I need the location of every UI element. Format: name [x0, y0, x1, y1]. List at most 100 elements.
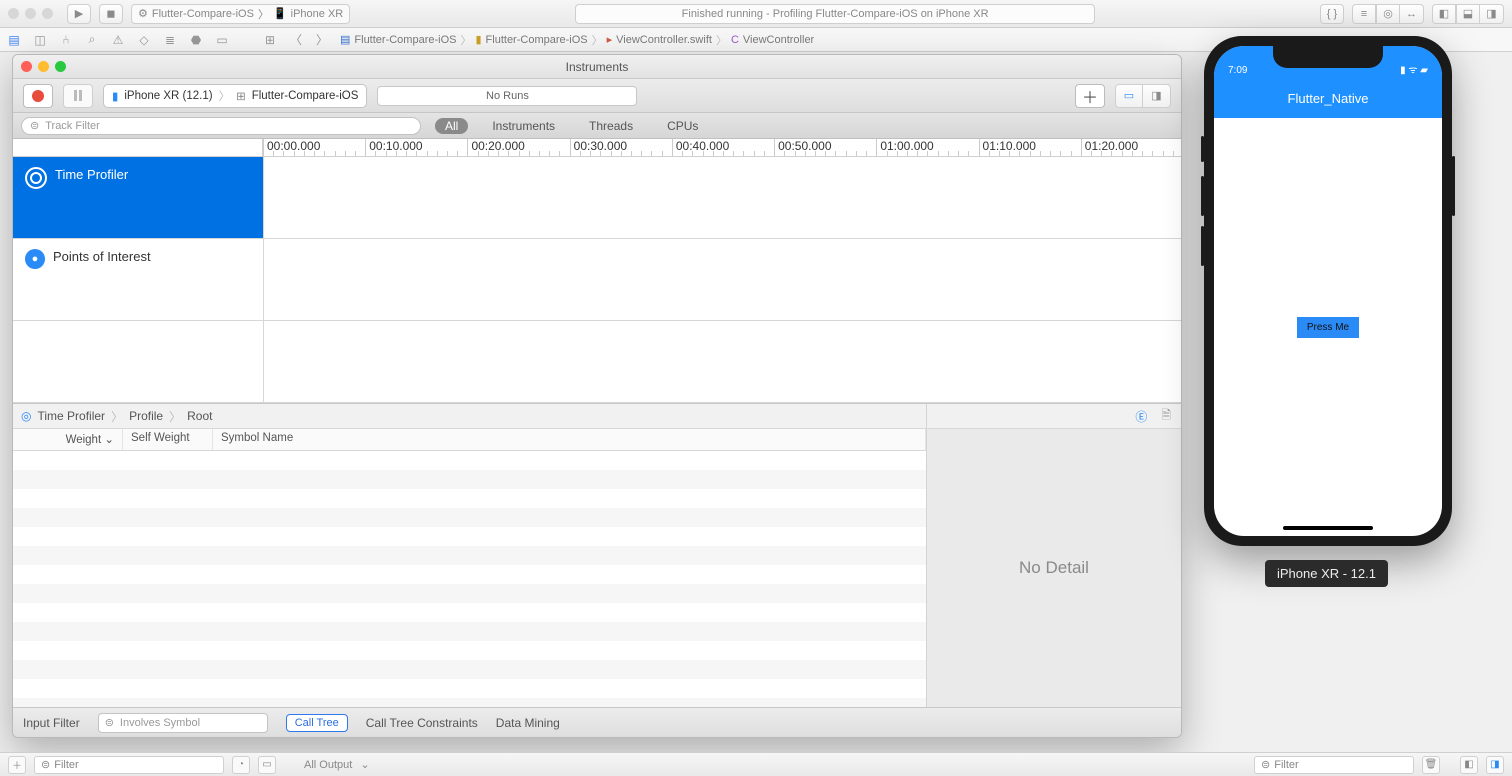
standard-editor-icon[interactable]: ≡ — [1352, 4, 1376, 24]
extended-detail-icon[interactable]: Ⓔ — [1135, 408, 1147, 425]
report-nav-icon[interactable]: ▭ — [214, 32, 230, 48]
sim-time: 7:09 — [1228, 65, 1247, 76]
col-self-weight[interactable]: Self Weight — [123, 429, 213, 450]
side-button — [1452, 156, 1455, 216]
device-icon: 📱 — [273, 7, 287, 20]
timeline-ruler[interactable]: 00:00.00000:10.00000:20.00000:30.00000:4… — [263, 139, 1181, 156]
tab-instruments[interactable]: Instruments — [482, 118, 565, 134]
search-icon[interactable]: ⌕ — [84, 32, 100, 48]
track-lane[interactable] — [263, 239, 1181, 320]
col-weight[interactable]: Weight ⌄ — [13, 429, 123, 450]
scheme-selector[interactable]: ⚙︎ Flutter-Compare-iOS 〉 📱 iPhone XR — [131, 4, 350, 24]
call-tree-table[interactable]: Weight ⌄ Self Weight Symbol Name — [13, 429, 926, 707]
breadcrumb-item[interactable]: ViewController — [743, 34, 814, 46]
track-row-empty — [13, 321, 1181, 403]
scm-icon[interactable]: ▭ — [258, 756, 276, 774]
scheme-app: Flutter-Compare-iOS — [152, 8, 254, 20]
sort-icon: ⌄ — [104, 434, 114, 446]
tab-threads[interactable]: Threads — [579, 118, 643, 134]
panel-toggle-seg[interactable]: ◧ ⬓ ◨ — [1432, 4, 1504, 24]
breadcrumb-item[interactable]: Flutter-Compare-iOS — [354, 34, 456, 46]
zoom-dot[interactable] — [42, 8, 53, 19]
zoom-dot[interactable] — [55, 61, 66, 72]
track-filter-placeholder: Track Filter — [45, 120, 100, 132]
volume-up — [1201, 176, 1204, 216]
track-row-time-profiler[interactable]: Time Profiler — [13, 157, 1181, 239]
breakpoint-nav-icon[interactable]: ⬣ — [188, 32, 204, 48]
xcode-bottom-bar: ＋ ⊜ Filter ◔ ▭ All Output ⌄ ⊜ Filter 🗑 ◧… — [0, 752, 1512, 776]
issue-nav-icon[interactable]: ⚠ — [110, 32, 126, 48]
editor-options-button[interactable]: { } — [1320, 4, 1344, 24]
breadcrumb-item[interactable]: ViewController.swift — [616, 34, 712, 46]
version-editor-icon[interactable]: ↔ — [1400, 4, 1424, 24]
detail-crumb-item[interactable]: Profile — [129, 409, 163, 423]
detail-pane-icon[interactable]: ◨ — [1143, 84, 1171, 108]
home-indicator[interactable] — [1283, 526, 1373, 530]
tab-all[interactable]: All — [435, 118, 468, 134]
detail-crumb-item[interactable]: Root — [187, 409, 212, 423]
call-tree-button[interactable]: Call Tree — [286, 714, 348, 732]
record-button[interactable] — [23, 84, 53, 108]
no-detail-label: No Detail — [927, 429, 1181, 707]
symbol-nav-icon[interactable]: ⑃ — [58, 32, 74, 48]
pause-button[interactable] — [63, 84, 93, 108]
bottom-panel-icon[interactable]: ⬓ — [1456, 4, 1480, 24]
tab-cpus[interactable]: CPUs — [657, 118, 708, 134]
simulator-screen[interactable]: 7:09 ▮ ᯤ ▰ Flutter_Native Press Me — [1214, 46, 1442, 536]
debug-nav-icon[interactable]: ≣ — [162, 32, 178, 48]
source-control-icon[interactable]: ◫ — [32, 32, 48, 48]
ruler-tick: 00:00.000 — [263, 139, 320, 157]
track-row-points-of-interest[interactable]: ● Points of Interest — [13, 239, 1181, 321]
stop-button[interactable]: ◼ — [99, 4, 123, 24]
assistant-editor-icon[interactable]: ◎ — [1376, 4, 1400, 24]
track-label: Time Profiler — [55, 167, 128, 182]
recent-icon[interactable]: ◔ — [232, 756, 250, 774]
nav-back-icon[interactable]: 〈 — [288, 32, 304, 48]
col-symbol-name[interactable]: Symbol Name — [213, 429, 926, 450]
nav-fwd-icon[interactable]: 〉 — [314, 32, 330, 48]
close-dot[interactable] — [8, 8, 19, 19]
target-selector[interactable]: ▮ iPhone XR (12.1) 〉 ⊞ Flutter-Compare-i… — [103, 84, 367, 108]
right-panel-icon[interactable]: ◨ — [1480, 4, 1504, 24]
press-me-button[interactable]: Press Me — [1297, 317, 1359, 338]
project-nav-icon[interactable]: ▤ — [6, 32, 22, 48]
right-filter-input[interactable]: ⊜ Filter — [1254, 756, 1414, 774]
app-icon: ⊞ — [236, 89, 246, 103]
minimize-dot[interactable] — [38, 61, 49, 72]
close-dot[interactable] — [21, 61, 32, 72]
detail-crumb-item[interactable]: Time Profiler — [37, 409, 105, 423]
involves-symbol-input[interactable]: ⊜ Involves Symbol — [98, 713, 268, 733]
class-icon: C — [731, 34, 739, 46]
data-mining-button[interactable]: Data Mining — [496, 716, 560, 730]
add-button[interactable]: ＋ — [8, 756, 26, 774]
related-items-icon[interactable]: ⊞ — [262, 32, 278, 48]
trash-icon[interactable]: 🗑 — [1422, 756, 1440, 774]
scheme-device: iPhone XR — [291, 8, 344, 20]
call-tree-constraints-button[interactable]: Call Tree Constraints — [366, 716, 478, 730]
doc-icon[interactable]: 🗎 — [1161, 406, 1171, 427]
view-pane-seg[interactable]: ▭ ◨ — [1115, 84, 1171, 108]
run-button[interactable]: ▶ — [67, 4, 91, 24]
test-nav-icon[interactable]: ◇ — [136, 32, 152, 48]
left-panel-icon[interactable]: ◧ — [1432, 4, 1456, 24]
track-filter-input[interactable]: ⊜ Track Filter — [21, 117, 421, 135]
detail-breadcrumb[interactable]: ◎ Time Profiler 〉 Profile 〉 Root — [13, 403, 926, 429]
window-traffic-lights[interactable] — [8, 8, 53, 19]
table-rows[interactable] — [13, 451, 926, 707]
editor-layout-seg[interactable]: ≡ ◎ ↔ — [1352, 4, 1424, 24]
all-output-dropdown[interactable]: All Output — [304, 759, 352, 771]
instruments-toolbar: ▮ iPhone XR (12.1) 〉 ⊞ Flutter-Compare-i… — [13, 79, 1181, 113]
strategy-icon[interactable]: ▭ — [1115, 84, 1143, 108]
ios-simulator[interactable]: 7:09 ▮ ᯤ ▰ Flutter_Native Press Me — [1204, 36, 1452, 546]
breadcrumb[interactable]: ▤ Flutter-Compare-iOS 〉 ▮ Flutter-Compar… — [340, 32, 814, 48]
add-instrument-button[interactable]: ＋ — [1075, 84, 1105, 108]
left-pane-icon[interactable]: ◧ — [1460, 756, 1478, 774]
run-status[interactable]: No Runs — [377, 86, 637, 106]
filter-input[interactable]: ⊜ Filter — [34, 756, 224, 774]
minimize-dot[interactable] — [25, 8, 36, 19]
breadcrumb-item[interactable]: Flutter-Compare-iOS — [486, 34, 588, 46]
run-status-text: No Runs — [486, 90, 529, 102]
instruments-traffic-lights[interactable] — [21, 61, 66, 72]
track-lane[interactable] — [263, 157, 1181, 238]
right-pane-icon[interactable]: ◨ — [1486, 756, 1504, 774]
